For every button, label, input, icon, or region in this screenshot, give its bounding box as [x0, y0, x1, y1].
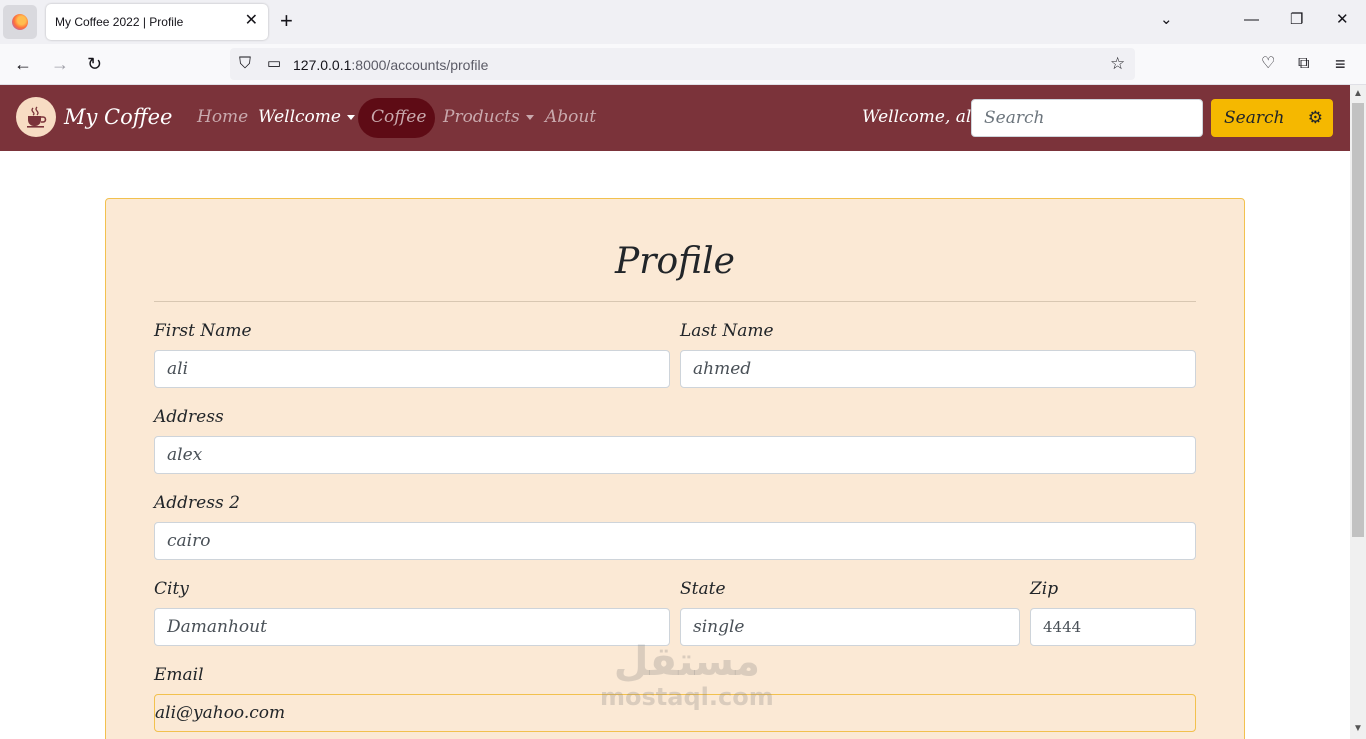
- browser-tab-bar: My Coffee 2022 | Profile ✕ + ⌄ — ❐ ✕: [0, 0, 1366, 44]
- browser-toolbar: ← → ↻ ⛉ ▭ 127.0.0.1:8000/accounts/profil…: [0, 44, 1366, 85]
- url-text: 127.0.0.1:8000/accounts/profile: [293, 57, 489, 73]
- tab-title: My Coffee 2022 | Profile: [55, 15, 184, 29]
- minimize-icon[interactable]: —: [1244, 10, 1259, 30]
- pocket-icon[interactable]: ♡: [1261, 54, 1275, 74]
- menu-icon[interactable]: ≡: [1335, 54, 1346, 74]
- scroll-down-icon[interactable]: ▼: [1353, 723, 1363, 734]
- scrollbar-thumb[interactable]: [1352, 103, 1364, 537]
- reload-icon[interactable]: ↻: [87, 54, 102, 74]
- shield-icon[interactable]: ⛉: [239, 54, 251, 74]
- browser-tab[interactable]: My Coffee 2022 | Profile ✕: [46, 4, 268, 40]
- first-name-label: First Name: [154, 321, 252, 341]
- search-input[interactable]: [971, 99, 1203, 137]
- tab-list-chevron-icon[interactable]: ⌄: [1160, 10, 1173, 30]
- watermark-latin: mostaql.com: [600, 683, 774, 711]
- coffee-cup-icon[interactable]: [16, 97, 56, 137]
- bookmark-star-icon[interactable]: ☆: [1110, 54, 1125, 74]
- extensions-icon[interactable]: ⧉: [1298, 54, 1309, 74]
- nav-about[interactable]: About: [545, 107, 596, 127]
- page-title: Profile: [615, 241, 735, 282]
- page-icon: ▭: [267, 55, 282, 72]
- restore-icon[interactable]: ❐: [1290, 10, 1303, 30]
- firefox-icon: [12, 14, 28, 30]
- zip-label: Zip: [1030, 579, 1059, 599]
- email-label: Email: [154, 665, 204, 685]
- close-tab-icon[interactable]: ✕: [245, 12, 258, 30]
- search-button[interactable]: Search ⚙: [1211, 99, 1333, 137]
- state-label: State: [680, 579, 726, 599]
- chevron-down-icon: [346, 115, 355, 120]
- city-label: City: [154, 579, 189, 599]
- chevron-down-icon: [525, 115, 534, 120]
- address2-field[interactable]: [154, 522, 1196, 560]
- url-bar[interactable]: ⛉ ▭ 127.0.0.1:8000/accounts/profile ☆: [230, 48, 1135, 80]
- mostaql-watermark: مستقل mostaql.com: [600, 640, 774, 710]
- address2-label: Address 2: [154, 493, 240, 513]
- address-label: Address: [154, 407, 224, 427]
- forward-icon[interactable]: →: [51, 54, 69, 74]
- brand-name[interactable]: My Coffee: [64, 105, 173, 129]
- address-field[interactable]: [154, 436, 1196, 474]
- zip-field[interactable]: [1030, 608, 1196, 646]
- title-divider: [154, 301, 1196, 302]
- nav-home[interactable]: Home: [197, 107, 248, 127]
- first-name-field[interactable]: [154, 350, 670, 388]
- watermark-arabic: مستقل: [613, 639, 760, 685]
- city-field[interactable]: [154, 608, 670, 646]
- nav-wellcome-dropdown[interactable]: Wellcome: [258, 107, 355, 127]
- nav-coffee[interactable]: Coffee: [371, 107, 426, 127]
- back-icon[interactable]: ←: [14, 54, 32, 74]
- welcome-user-text: Wellcome, ali: [862, 107, 977, 127]
- last-name-label: Last Name: [680, 321, 774, 341]
- page-scrollbar[interactable]: ▲ ▼: [1350, 85, 1366, 739]
- nav-products-dropdown[interactable]: Products: [443, 107, 534, 127]
- site-navbar: My Coffee Home Wellcome Coffee Products …: [0, 85, 1350, 151]
- scroll-up-icon[interactable]: ▲: [1353, 88, 1363, 99]
- gear-icon: ⚙: [1307, 108, 1323, 128]
- close-window-icon[interactable]: ✕: [1336, 10, 1349, 30]
- new-tab-icon[interactable]: +: [280, 9, 293, 33]
- last-name-field[interactable]: [680, 350, 1196, 388]
- firefox-menu-button[interactable]: [3, 5, 37, 39]
